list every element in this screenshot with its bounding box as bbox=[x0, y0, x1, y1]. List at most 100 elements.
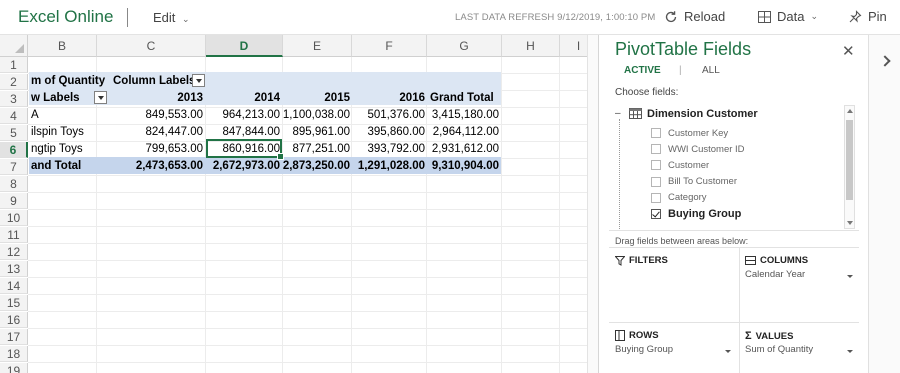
row-header-2[interactable]: 2 bbox=[0, 74, 28, 90]
chevron-down-icon[interactable] bbox=[847, 275, 853, 278]
dimension-customer-label[interactable]: Dimension Customer bbox=[647, 108, 758, 120]
field-list-scrollbar[interactable] bbox=[844, 105, 855, 229]
filters-label: FILTERS bbox=[629, 255, 668, 266]
pivot-row-label[interactable]: and Total bbox=[31, 158, 97, 174]
field-item[interactable]: Customer Key bbox=[651, 125, 728, 141]
edit-menu[interactable]: Edit ⌄ bbox=[153, 10, 190, 25]
top-bar: Excel Online Edit ⌄ LAST DATA REFRESH 9/… bbox=[0, 0, 900, 35]
filters-drop-zone[interactable] bbox=[613, 267, 735, 319]
pivot-row-labels[interactable]: w Labels bbox=[31, 90, 91, 106]
field-item[interactable]: Bill To Customer bbox=[651, 174, 737, 190]
data-menu-button[interactable]: Data ⌄ bbox=[758, 9, 818, 24]
chevron-down-icon[interactable] bbox=[725, 350, 731, 353]
field-name: Customer bbox=[668, 159, 710, 171]
field-item[interactable]: Buying Group bbox=[651, 206, 741, 222]
column-header-B[interactable]: B bbox=[28, 35, 97, 57]
pivot-value-cell[interactable]: 3,415,180.00 bbox=[399, 107, 499, 123]
select-all-corner[interactable] bbox=[0, 35, 28, 57]
row-header-13[interactable]: 13 bbox=[0, 261, 28, 277]
row-header-4[interactable]: 4 bbox=[0, 108, 28, 124]
checkbox-icon[interactable] bbox=[651, 192, 661, 203]
row-header-17[interactable]: 17 bbox=[0, 329, 28, 345]
row-header-15[interactable]: 15 bbox=[0, 295, 28, 311]
column-labels-filter-dropdown[interactable] bbox=[192, 74, 205, 87]
pivot-row-label[interactable]: ngtip Toys bbox=[31, 141, 97, 157]
filter-icon bbox=[615, 255, 625, 266]
field-item[interactable]: Customer bbox=[651, 157, 709, 173]
pivot-grand-total-header[interactable]: Grand Total bbox=[430, 90, 502, 106]
checkbox-icon[interactable] bbox=[651, 160, 661, 171]
column-header-C[interactable]: C bbox=[97, 35, 206, 57]
columns-label: COLUMNS bbox=[760, 255, 809, 266]
row-header-8[interactable]: 8 bbox=[0, 176, 28, 192]
row-header-11[interactable]: 11 bbox=[0, 227, 28, 243]
row-header-19[interactable]: 19 bbox=[0, 363, 28, 373]
grid-vertical-scrollbar[interactable] bbox=[587, 35, 598, 373]
row-gridline bbox=[28, 192, 598, 193]
scroll-thumb[interactable] bbox=[846, 120, 853, 200]
row-header-7[interactable]: 7 bbox=[0, 159, 28, 175]
field-item[interactable]: Category bbox=[651, 190, 707, 206]
checkbox-icon[interactable] bbox=[651, 128, 661, 138]
pivot-year-2016[interactable]: 2016 bbox=[325, 90, 425, 106]
pivot-value-cell[interactable]: 2,931,612.00 bbox=[399, 141, 499, 157]
tab-active[interactable]: ACTIVE bbox=[624, 65, 661, 76]
columns-icon bbox=[745, 256, 756, 265]
column-header-H[interactable]: H bbox=[502, 35, 560, 57]
rows-field-buying-group[interactable]: Buying Group bbox=[615, 344, 673, 355]
row-gridline bbox=[28, 311, 598, 312]
row-header-16[interactable]: 16 bbox=[0, 312, 28, 328]
pane-divider bbox=[609, 230, 859, 231]
column-header-F[interactable]: F bbox=[352, 35, 427, 57]
columns-field-calendar-year[interactable]: Calendar Year bbox=[745, 269, 805, 280]
rows-icon bbox=[615, 330, 625, 341]
column-header-E[interactable]: E bbox=[283, 35, 352, 57]
column-header-G[interactable]: G bbox=[427, 35, 502, 57]
selected-cell-D6[interactable] bbox=[206, 139, 284, 160]
row-header-5[interactable]: 5 bbox=[0, 125, 28, 141]
chevron-right-icon[interactable] bbox=[879, 55, 891, 67]
rows-area-title: ROWS bbox=[615, 330, 659, 341]
row-header-3[interactable]: 3 bbox=[0, 91, 28, 107]
scroll-up-icon[interactable] bbox=[847, 109, 853, 113]
chevron-down-icon[interactable] bbox=[847, 350, 853, 353]
pivot-values-caption[interactable]: m of Quantity bbox=[31, 73, 111, 89]
checkbox-icon[interactable] bbox=[651, 144, 661, 155]
row-header-12[interactable]: 12 bbox=[0, 244, 28, 260]
pivot-row-label[interactable]: ilspin Toys bbox=[31, 124, 97, 140]
row-header-10[interactable]: 10 bbox=[0, 210, 28, 226]
close-icon[interactable]: ✕ bbox=[842, 42, 855, 60]
chevron-down-icon: ⌄ bbox=[810, 11, 819, 21]
chevron-down-icon: ⌄ bbox=[182, 14, 190, 24]
grid-icon bbox=[758, 10, 771, 23]
checkbox-checked-icon[interactable] bbox=[651, 209, 661, 219]
tab-all[interactable]: ALL bbox=[702, 65, 720, 76]
pin-button[interactable]: Pin bbox=[849, 9, 887, 24]
app-name[interactable]: Excel Online bbox=[18, 7, 113, 27]
row-gridline bbox=[28, 226, 598, 227]
row-header-18[interactable]: 18 bbox=[0, 346, 28, 362]
row-gridline bbox=[28, 294, 598, 295]
pivot-column-labels[interactable]: Column Labels bbox=[113, 73, 193, 89]
row-gridline bbox=[28, 209, 598, 210]
field-name: WWI Customer ID bbox=[668, 143, 745, 155]
choose-fields-label: Choose fields: bbox=[615, 87, 679, 98]
row-header-9[interactable]: 9 bbox=[0, 193, 28, 209]
scroll-down-icon[interactable] bbox=[847, 221, 853, 225]
column-header-D[interactable]: D bbox=[206, 35, 283, 57]
checkbox-icon[interactable] bbox=[651, 176, 661, 187]
table-icon bbox=[629, 108, 642, 119]
pivot-value-cell[interactable]: 9,310,904.00 bbox=[399, 158, 499, 174]
pivot-value-cell[interactable]: 2,964,112.00 bbox=[399, 124, 499, 140]
rows-label: ROWS bbox=[629, 330, 659, 341]
row-gridline bbox=[28, 175, 598, 176]
pivot-row-label[interactable]: A bbox=[31, 107, 97, 123]
row-header-14[interactable]: 14 bbox=[0, 278, 28, 294]
row-header-6[interactable]: 6 bbox=[0, 142, 28, 158]
filters-area-title: FILTERS bbox=[615, 255, 668, 266]
collapse-icon[interactable]: – bbox=[615, 108, 621, 119]
values-field-sum-of-quantity[interactable]: Sum of Quantity bbox=[745, 344, 813, 355]
reload-button[interactable]: Reload bbox=[664, 9, 725, 24]
field-item[interactable]: WWI Customer ID bbox=[651, 141, 745, 157]
row-header-1[interactable]: 1 bbox=[0, 57, 28, 73]
